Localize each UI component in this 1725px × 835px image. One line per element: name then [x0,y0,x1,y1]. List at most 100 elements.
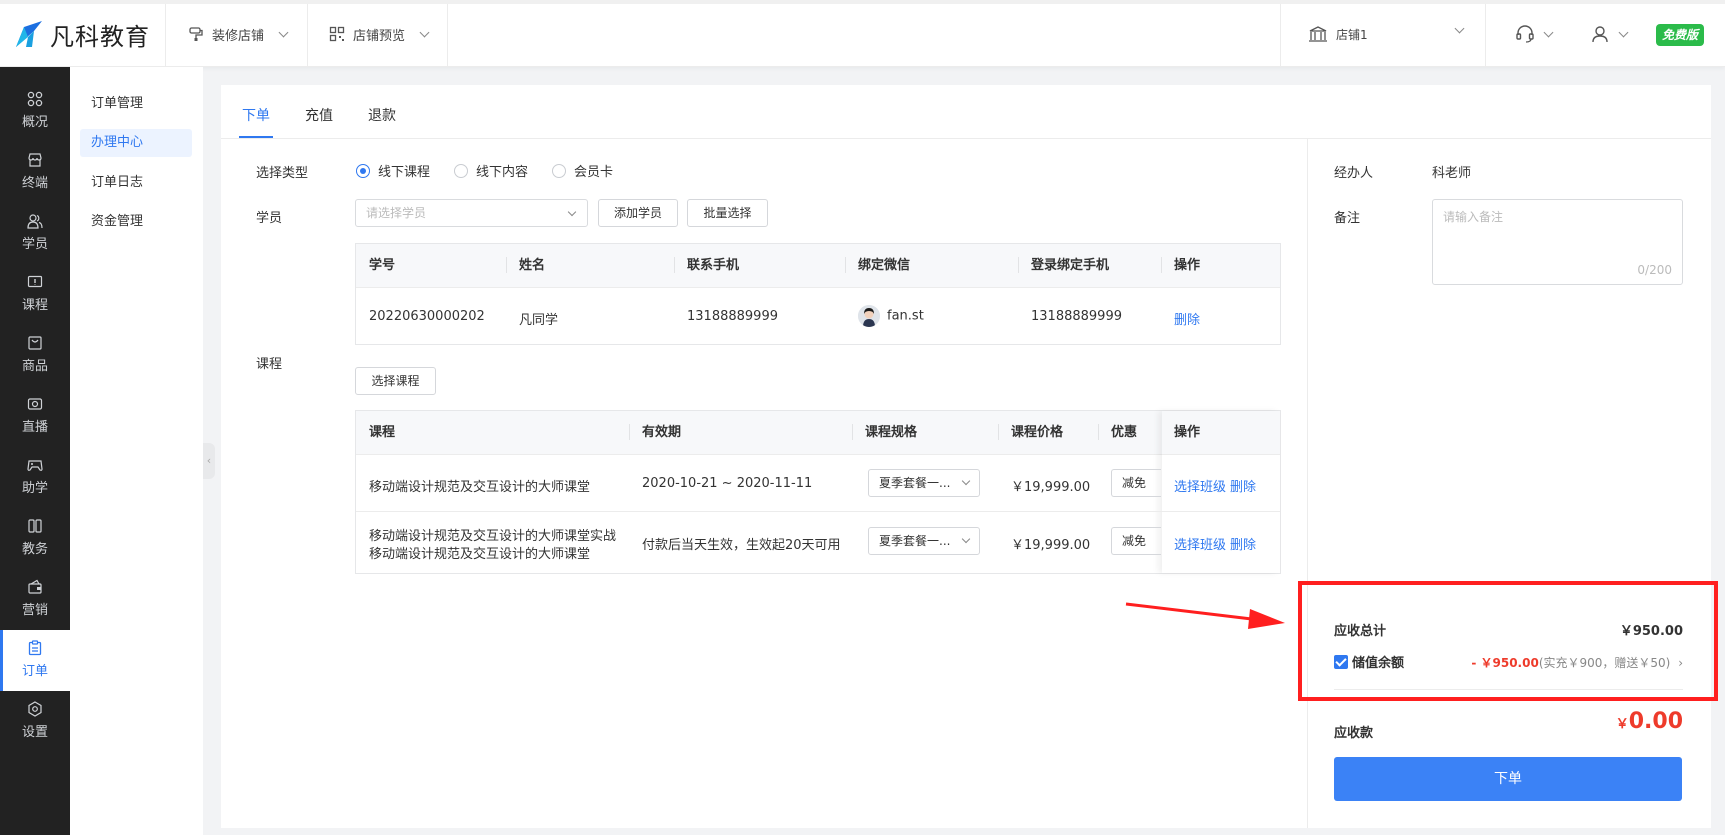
course-spec-value: 夏季套餐一... [879,476,951,490]
sidebar-item-label: 助学 [21,481,48,496]
people-icon [27,214,43,229]
type-radio-group: 线下课程 线下内容 会员卡 [356,161,637,180]
active-tab-indicator [239,136,273,138]
chevron-down-icon [1618,27,1629,37]
column-header: 操作 [1174,258,1201,273]
highlight-box [1298,581,1718,701]
course-price: ￥19,999.00 [1011,538,1091,553]
nav-store-preview-label: 店铺预览 [353,28,406,44]
sidebar-item-label: 终端 [21,176,48,191]
nav-store-preview[interactable]: 店铺预览 [329,22,430,46]
select-course-button[interactable]: 选择课程 [355,367,436,395]
column-divider [674,257,675,273]
sidebar-item-overview[interactable]: 概况 [0,81,70,142]
bag-icon [28,336,42,350]
column-header: 课程价格 [1011,425,1064,440]
avatar [858,305,880,327]
sidebar-item-marketing[interactable]: 营销 [0,569,70,630]
remark-label: 备注 [1334,211,1361,226]
sidebar-item-live[interactable]: 直播 [0,386,70,447]
collapse-submenu-handle[interactable]: ‹ [203,443,215,479]
qrcode-icon [329,26,345,42]
chevron-down-icon [1454,23,1465,34]
column-header: 课程规格 [865,425,918,440]
sidebar-item-label: 概况 [21,115,48,130]
logo-text: 凡科教育 [50,22,150,51]
sidebar-item-terminal[interactable]: 终端 [0,142,70,203]
tab-recharge[interactable]: 充值 [305,105,333,125]
top-bar: 凡科教育 装修店铺 店铺预览 店铺1 免费版 [0,0,1725,67]
select-class-link[interactable]: 选择班级 [1174,476,1226,495]
radio-offline-content[interactable]: 线下内容 [454,161,528,180]
delete-course-link[interactable]: 删除 [1230,476,1256,495]
plan-badge[interactable]: 免费版 [1656,24,1704,46]
chevron-down-icon [961,476,971,486]
delete-course-link[interactable]: 删除 [1230,534,1256,553]
column-header: 优惠 [1111,425,1138,440]
batch-select-button[interactable]: 批量选择 [687,199,768,227]
submenu-fund-management[interactable]: 资金管理 [80,208,192,236]
student-name: 凡同学 [519,313,559,328]
due-value: 0.00 [1628,709,1683,734]
tab-refund[interactable]: 退款 [368,105,396,125]
add-student-button[interactable]: 添加学员 [598,199,678,227]
delete-student-link[interactable]: 删除 [1174,309,1200,328]
gear-icon [28,701,42,717]
header-divider [447,4,448,67]
radio-label: 线下课程 [378,165,431,180]
store-selector[interactable]: 店铺1 [1308,22,1465,46]
clipboard-icon [28,640,42,656]
remark-textarea[interactable]: 请输入备注 0/200 [1432,199,1683,285]
support-menu[interactable] [1515,22,1554,46]
column-divider [1098,424,1099,440]
course-spec-value: 夏季套餐一... [879,534,951,548]
grid-icon [27,91,43,107]
column-header: 课程 [369,425,396,440]
student-id: 20220630000202 [369,309,485,324]
radio-offline-course[interactable]: 线下课程 [356,161,430,180]
discount-select[interactable]: 减免 [1111,469,1161,497]
sidebar-item-label: 直播 [21,420,48,435]
course-icon [27,275,43,288]
sidebar-item-students[interactable]: 学员 [0,203,70,264]
radio-unchecked-icon [552,163,567,178]
user-menu[interactable] [1590,22,1629,46]
radio-membership-card[interactable]: 会员卡 [552,161,613,180]
sidebar-item-academic[interactable]: 教务 [0,508,70,569]
order-card: 下单 充值 退款 选择类型 线下课程 线下内容 会员卡 学员 请选择学员 添加学… [221,85,1711,828]
logo[interactable]: 凡科教育 [12,16,150,52]
place-order-button[interactable]: 下单 [1334,757,1682,801]
column-divider [1161,257,1162,273]
headset-icon [1516,25,1534,43]
course-name: 移动端设计规范及交互设计的大师课堂实战 [369,529,617,544]
brush-icon [189,27,203,41]
column-header: 联系手机 [687,258,740,273]
sidebar-item-settings[interactable]: 设置 [0,691,70,752]
submenu-order-management[interactable]: 订单管理 [80,90,192,118]
course-spec-select[interactable]: 夏季套餐一... [868,527,980,555]
select-class-link[interactable]: 选择班级 [1174,534,1226,553]
logo-mark-icon [16,21,42,47]
student-select[interactable]: 请选择学员 [355,199,588,227]
wechat-nickname: fan.st [887,308,924,324]
submenu-processing-center[interactable]: 办理中心 [80,129,192,157]
course-validity: 付款后当天生效，生效起20天可用 [642,538,841,553]
column-header: 登录绑定手机 [1031,258,1110,273]
tab-place-order[interactable]: 下单 [242,105,270,125]
sidebar-item-study-aid[interactable]: 助学 [0,447,70,508]
sidebar-item-courses[interactable]: 课程 [0,264,70,325]
header-divider [307,4,308,67]
main-sidebar: 概况 终端 学员 课程 商品 直播 助学 教务 营销 订单 设置 [0,67,70,835]
discount-select[interactable]: 减免 [1111,527,1161,555]
nav-decorate-store[interactable]: 装修店铺 [188,22,289,46]
camera-icon [27,398,43,410]
course-spec-select[interactable]: 夏季套餐一... [868,469,980,497]
sidebar-item-goods[interactable]: 商品 [0,325,70,386]
header-divider [1485,4,1486,67]
row-divider [356,511,1280,512]
submenu-order-log[interactable]: 订单日志 [80,169,192,197]
chevron-down-icon [419,27,430,37]
sidebar-item-orders[interactable]: 订单 [0,630,70,691]
radio-label: 线下内容 [476,165,529,180]
agent-label: 经办人 [1334,166,1374,181]
